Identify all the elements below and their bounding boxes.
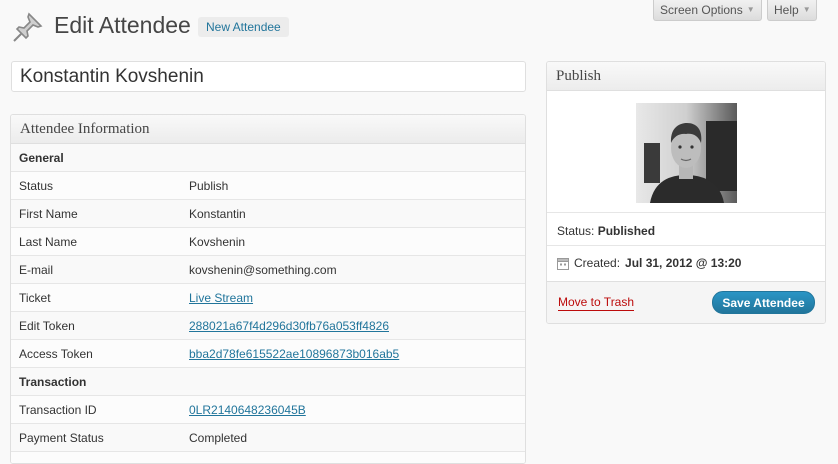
status-value: Published <box>598 224 655 238</box>
table-row: Payment StatusCompleted <box>11 424 525 452</box>
field-link[interactable]: Live Stream <box>189 291 253 305</box>
help-button[interactable]: Help ▼ <box>767 0 817 21</box>
pushpin-icon <box>11 10 45 44</box>
field-label: Status <box>11 172 181 200</box>
table-row: E-mailkovshenin@something.com <box>11 256 525 284</box>
publish-divider <box>547 245 825 246</box>
field-value: Live Stream <box>181 284 525 312</box>
publish-box: Publish Status: Published <box>546 61 826 324</box>
field-value: Publish <box>181 172 525 200</box>
field-label: First Name <box>11 200 181 228</box>
table-row: Ticket Live Stream <box>11 284 525 312</box>
screen-options-label: Screen Options <box>660 0 743 20</box>
field-label <box>11 452 181 464</box>
publish-created: Created: Jul 31, 2012 @ 13:20 <box>557 256 741 270</box>
attendee-info-table: GeneralStatusPublishFirst NameKonstantin… <box>11 144 525 464</box>
move-to-trash-link[interactable]: Move to Trash <box>558 295 634 311</box>
field-label: Payment Status <box>11 424 181 452</box>
caret-down-icon: ▼ <box>747 0 755 20</box>
field-link[interactable]: bba2d78fe615522ae10896873b016ab5 <box>189 347 399 361</box>
page-title: Edit Attendee <box>54 12 191 39</box>
field-link[interactable]: 288021a67f4d296d30fb76a053ff4826 <box>189 319 389 333</box>
table-row: Transaction ID 0LR2140648236045B <box>11 396 525 424</box>
section-row: Transaction <box>11 368 525 396</box>
table-row: Edit Token 288021a67f4d296d30fb76a053ff48… <box>11 312 525 340</box>
screen-options-button[interactable]: Screen Options ▼ <box>653 0 762 21</box>
field-value <box>181 452 525 464</box>
table-row: StatusPublish <box>11 172 525 200</box>
publish-actions: Move to Trash Save Attendee <box>547 281 825 323</box>
field-label: E-mail <box>11 256 181 284</box>
field-label: Last Name <box>11 228 181 256</box>
table-row: Access Token bba2d78fe615522ae10896873b01… <box>11 340 525 368</box>
field-label: Access Token <box>11 340 181 368</box>
calendar-icon <box>557 257 569 270</box>
table-row: Last NameKovshenin <box>11 228 525 256</box>
table-row: First NameKonstantin <box>11 200 525 228</box>
publish-status: Status: Published <box>557 224 655 238</box>
field-value: kovshenin@something.com <box>181 256 525 284</box>
table-row <box>11 452 525 464</box>
attendee-information-box: Attendee Information GeneralStatusPublis… <box>10 114 526 464</box>
field-value: Completed <box>181 424 525 452</box>
help-label: Help <box>774 0 799 20</box>
field-label: Transaction ID <box>11 396 181 424</box>
field-value: Konstantin <box>181 200 525 228</box>
field-value: 0LR2140648236045B <box>181 396 525 424</box>
publish-divider <box>547 212 825 213</box>
caret-down-icon: ▼ <box>803 0 811 20</box>
field-value: Kovshenin <box>181 228 525 256</box>
field-value: 288021a67f4d296d30fb76a053ff4826 <box>181 312 525 340</box>
field-value: bba2d78fe615522ae10896873b016ab5 <box>181 340 525 368</box>
save-attendee-button[interactable]: Save Attendee <box>712 291 815 314</box>
status-label: Status: <box>557 224 594 238</box>
attendee-information-heading[interactable]: Attendee Information <box>11 115 525 144</box>
created-label: Created: <box>574 256 620 270</box>
field-label: Ticket <box>11 284 181 312</box>
avatar-photo <box>636 103 737 203</box>
attendee-avatar <box>636 103 737 203</box>
section-heading: Transaction <box>11 368 525 396</box>
field-link[interactable]: 0LR2140648236045B <box>189 403 306 417</box>
section-heading: General <box>11 144 525 172</box>
new-attendee-button[interactable]: New Attendee <box>198 17 289 37</box>
created-value: Jul 31, 2012 @ 13:20 <box>625 256 741 270</box>
publish-heading[interactable]: Publish <box>547 62 825 91</box>
attendee-title-input[interactable]: Konstantin Kovshenin <box>11 61 526 92</box>
field-label: Edit Token <box>11 312 181 340</box>
section-row: General <box>11 144 525 172</box>
